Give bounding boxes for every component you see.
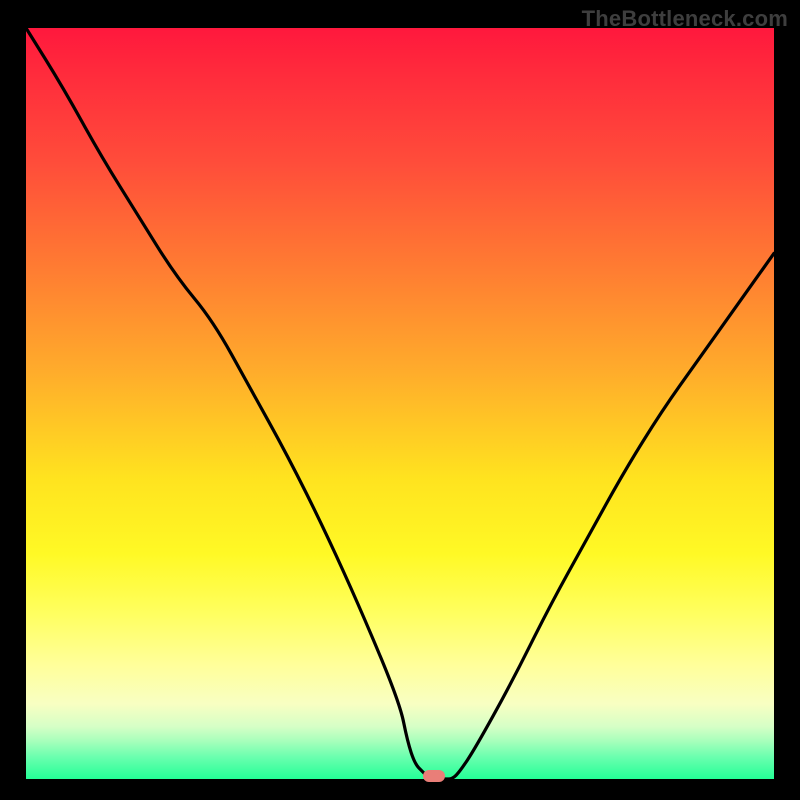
curve-path <box>26 28 774 779</box>
chart-area <box>26 28 774 779</box>
watermark-text: TheBottleneck.com <box>582 6 788 32</box>
optimal-point-marker <box>423 770 445 782</box>
bottleneck-curve <box>26 28 774 779</box>
